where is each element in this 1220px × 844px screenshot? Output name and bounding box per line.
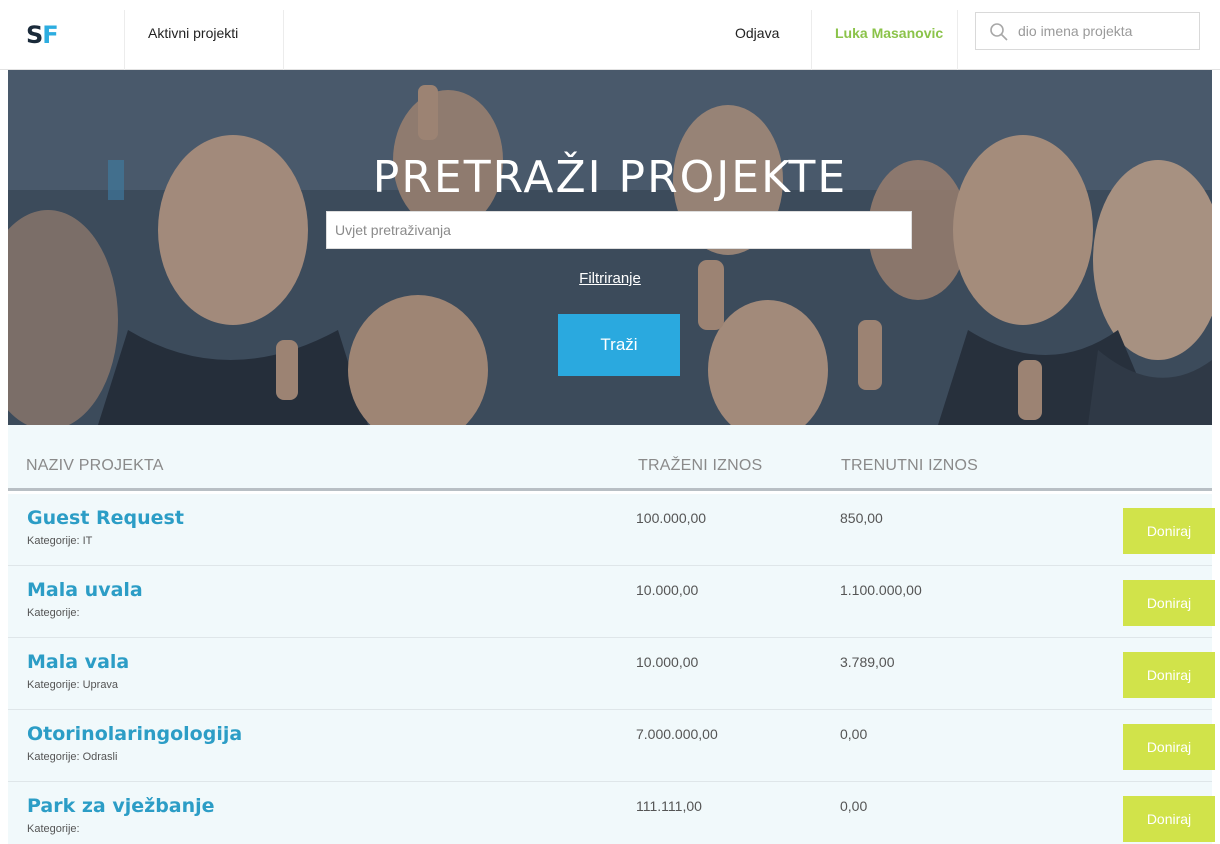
project-name-link[interactable]: Mala uvala	[27, 579, 143, 601]
requested-amount: 7.000.000,00	[636, 726, 718, 742]
donate-button[interactable]: Doniraj	[1123, 580, 1215, 626]
current-amount: 850,00	[840, 510, 883, 526]
project-name-link[interactable]: Guest Request	[27, 507, 184, 529]
logo-letter-f: F	[42, 21, 58, 49]
current-amount: 0,00	[840, 726, 868, 742]
hero-banner: PRETRAŽI PROJEKTE Filtriranje Traži	[8, 70, 1212, 425]
donate-button[interactable]: Doniraj	[1123, 508, 1215, 554]
category-label: Kategorije:	[27, 679, 80, 691]
column-header-current: TRENUTNI IZNOS	[841, 457, 979, 474]
project-category: Kategorije:	[27, 607, 83, 619]
requested-amount: 111.111,00	[636, 798, 702, 814]
project-category: Kategorije:	[27, 823, 83, 835]
project-category: Kategorije: Odrasli	[27, 751, 117, 763]
column-header-requested: TRAŽENI IZNOS	[638, 457, 763, 474]
requested-amount: 10.000,00	[636, 654, 699, 670]
hero-search-input[interactable]	[326, 211, 912, 249]
category-label: Kategorije:	[27, 751, 80, 763]
project-name-link[interactable]: Otorinolaringologija	[27, 723, 242, 745]
category-label: Kategorije:	[27, 607, 80, 619]
table-row: Park za vježbanje Kategorije: 111.111,00…	[8, 782, 1215, 844]
category-value: Uprava	[82, 679, 119, 691]
table-row: Mala uvala Kategorije: 10.000,00 1.100.0…	[8, 566, 1215, 638]
project-name-link[interactable]: Park za vježbanje	[27, 795, 215, 817]
nav-active-projects-link[interactable]: Aktivni projekti	[148, 0, 238, 70]
top-search-input[interactable]	[1018, 13, 1196, 49]
requested-amount: 10.000,00	[636, 582, 699, 598]
filter-link[interactable]: Filtriranje	[8, 270, 1212, 287]
search-button[interactable]: Traži	[558, 314, 680, 376]
top-search-box	[975, 12, 1200, 50]
current-amount: 3.789,00	[840, 654, 895, 670]
nav-divider	[957, 10, 958, 70]
category-value: Odrasli	[82, 751, 118, 763]
project-category: Kategorije: Uprava	[27, 679, 118, 691]
table-row: Otorinolaringologija Kategorije: Odrasli …	[8, 710, 1215, 782]
category-label: Kategorije:	[27, 535, 80, 547]
nav-divider	[283, 10, 284, 70]
current-amount: 0,00	[840, 798, 868, 814]
projects-table-header: NAZIV PROJEKTA TRAŽENI IZNOS TRENUTNI IZ…	[8, 425, 1212, 491]
nav-user-name[interactable]: Luka Masanovic	[835, 0, 943, 70]
top-navbar: SF Aktivni projekti Odjava Luka Masanovi…	[0, 0, 1220, 70]
table-row: Guest Request Kategorije: IT 100.000,00 8…	[8, 494, 1215, 566]
nav-divider	[124, 10, 125, 70]
project-name-link[interactable]: Mala vala	[27, 651, 129, 673]
hero-title: PRETRAŽI PROJEKTE	[372, 152, 848, 203]
requested-amount: 100.000,00	[636, 510, 707, 526]
category-value: IT	[82, 535, 93, 547]
current-amount: 1.100.000,00	[840, 582, 922, 598]
table-row: Mala vala Kategorije: Uprava 10.000,00 3.…	[8, 638, 1215, 710]
donate-button[interactable]: Doniraj	[1123, 724, 1215, 770]
donate-button[interactable]: Doniraj	[1123, 796, 1215, 842]
nav-logout-link[interactable]: Odjava	[735, 0, 779, 70]
nav-divider	[811, 10, 812, 70]
column-header-name: NAZIV PROJEKTA	[26, 457, 164, 474]
donate-button[interactable]: Doniraj	[1123, 652, 1215, 698]
project-category: Kategorije: IT	[27, 535, 92, 547]
category-label: Kategorije:	[27, 823, 80, 835]
site-logo[interactable]: SF	[26, 20, 66, 50]
logo-letter-s: S	[26, 21, 43, 49]
search-icon	[990, 23, 1008, 41]
